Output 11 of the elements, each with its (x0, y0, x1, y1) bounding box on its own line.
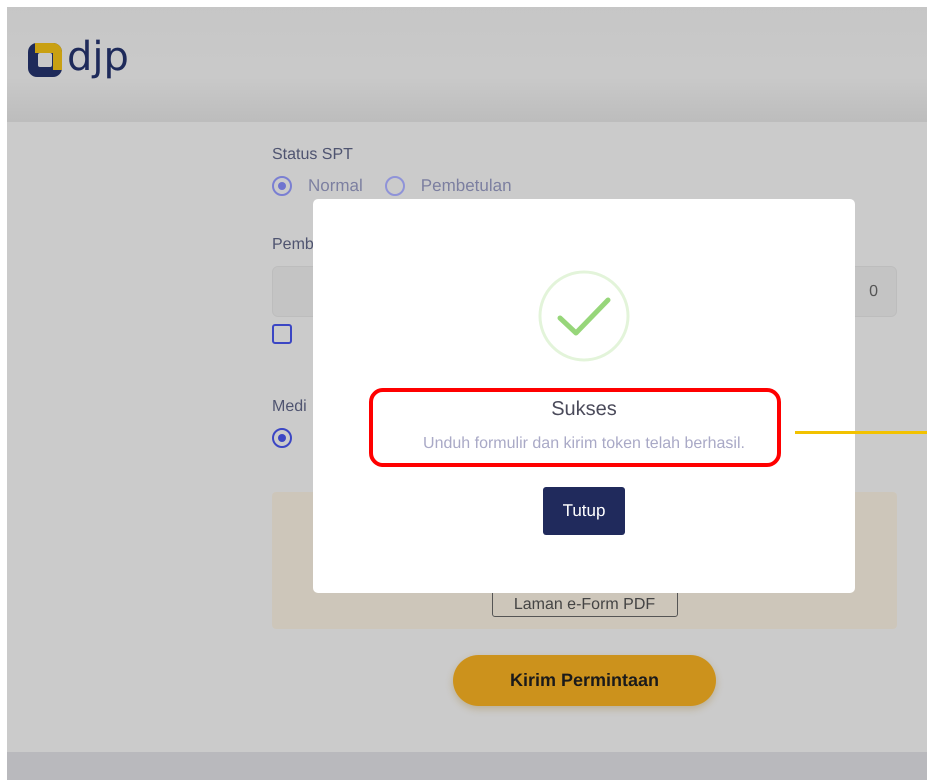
submit-button[interactable]: Kirim Permintaan (453, 655, 716, 706)
close-button[interactable]: Tutup (543, 487, 625, 535)
dialog-message: Unduh formulir dan kirim token telah berhasil. (423, 435, 745, 453)
check-icon (538, 270, 630, 362)
radio-button[interactable] (272, 428, 292, 448)
logo-text: djp (67, 36, 129, 76)
checkbox[interactable] (272, 324, 292, 344)
field-label: Pemb (272, 236, 314, 254)
dialog-title: Sukses (551, 398, 617, 421)
field-label: Medi (272, 398, 307, 416)
field-label: Status SPT (272, 146, 353, 164)
